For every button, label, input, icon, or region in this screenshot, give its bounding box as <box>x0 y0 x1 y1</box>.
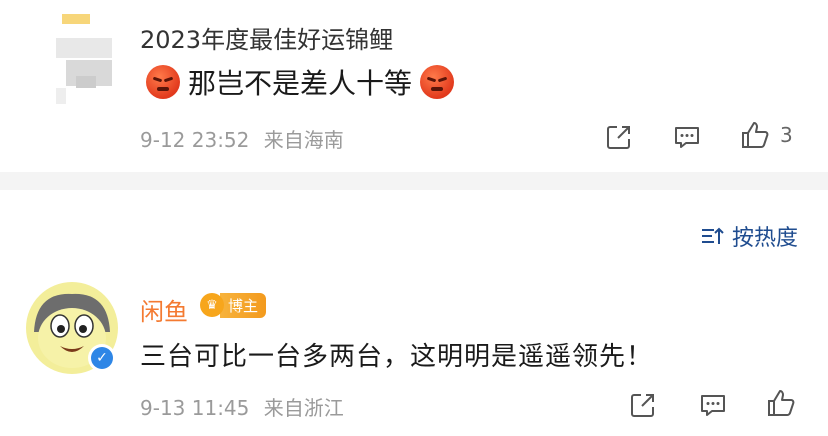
comment-icon <box>701 395 725 416</box>
sort-icon <box>701 227 724 244</box>
blurred-avatar <box>56 12 112 104</box>
comment-date: 9-12 23:52 <box>140 128 250 152</box>
comment-location: 来自海南 <box>263 128 344 152</box>
comment-button[interactable] <box>698 390 728 424</box>
author-badge-label: 博主 <box>220 292 267 318</box>
comment-icon <box>675 127 699 148</box>
verified-icon: ✓ <box>88 344 116 372</box>
share-icon <box>631 394 654 417</box>
share-button[interactable] <box>628 390 658 424</box>
angry-face-icon <box>420 65 455 99</box>
comment-button[interactable] <box>672 122 702 156</box>
share-button[interactable] <box>604 122 634 156</box>
thumbs-up-icon <box>768 390 795 416</box>
author-badge: ♛ 博主 <box>200 291 267 319</box>
like-button[interactable] <box>766 388 796 422</box>
avatar[interactable]: ✓ <box>26 282 118 374</box>
section-divider <box>0 172 828 190</box>
like-count: 3 <box>780 123 793 147</box>
comment-meta: 9-12 23:52 来自海南 <box>140 124 344 153</box>
comment-text-content: 那岂不是差人十等 <box>188 67 413 100</box>
thumbs-up-icon <box>742 122 769 148</box>
comment-username[interactable]: 2023年度最佳好运锦鲤 <box>140 20 393 55</box>
angry-face-icon <box>146 65 180 99</box>
comment-text: 三台可比一台多两台，这明明是遥遥领先！ <box>140 342 654 372</box>
comment-username[interactable]: 闲鱼 <box>140 292 188 327</box>
comment-location: 来自浙江 <box>263 396 344 420</box>
comment-meta: 9-13 11:45 来自浙江 <box>140 392 344 421</box>
sort-by-hot-button[interactable]: 按热度 <box>700 220 798 252</box>
share-icon <box>607 126 630 149</box>
crown-icon: ♛ <box>200 293 224 317</box>
sort-label: 按热度 <box>731 226 798 251</box>
comment-date: 9-13 11:45 <box>140 396 250 420</box>
comment-text: 那岂不是差人十等 <box>146 62 455 102</box>
like-button[interactable]: 3 <box>740 120 793 150</box>
